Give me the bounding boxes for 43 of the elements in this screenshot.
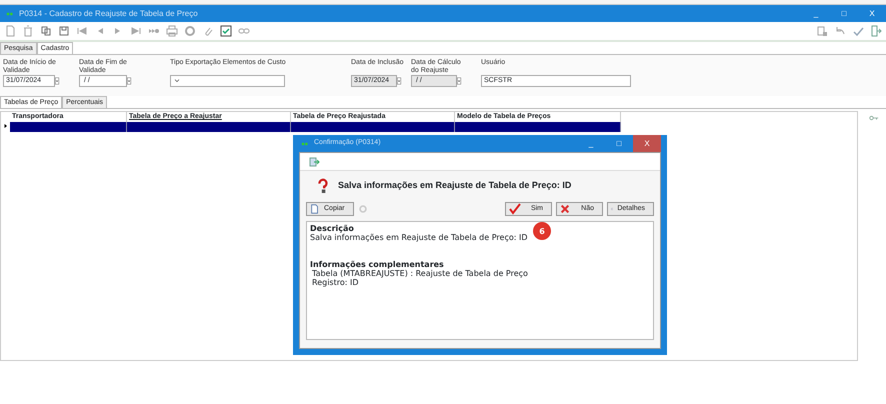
question-icon — [316, 176, 330, 196]
table-cell[interactable] — [291, 122, 455, 132]
dropdown-icon[interactable] — [55, 75, 62, 87]
info-text: Tabela (MTABREAJUSTE) : Reajuste de Tabela de Preço — [311, 269, 529, 278]
save-icon[interactable] — [58, 25, 70, 37]
copy-icon — [310, 204, 320, 214]
section-title: Informações complementares — [310, 260, 444, 269]
dialog-message: Salva informações em Reajuste de Tabela de Preço: ID — [338, 179, 572, 192]
check-icon[interactable] — [852, 25, 864, 37]
key-icon[interactable] — [868, 113, 880, 123]
new-icon[interactable] — [4, 25, 16, 37]
row-pointer-icon — [2, 122, 8, 130]
minimize-button[interactable]: _ — [802, 5, 830, 22]
maximize-button[interactable]: □ — [830, 5, 858, 22]
chevron-icon — [173, 77, 181, 85]
minimize-button[interactable]: _ — [577, 135, 605, 152]
dropdown-field[interactable] — [170, 75, 285, 87]
close-button[interactable]: X — [858, 5, 886, 22]
close-button[interactable]: X — [633, 135, 661, 152]
copy-icon[interactable] — [40, 25, 52, 37]
print-icon[interactable] — [166, 25, 178, 37]
maximize-button[interactable]: □ — [605, 135, 633, 152]
step-badge: 6 — [533, 222, 551, 240]
dropdown-icon[interactable] — [127, 75, 134, 87]
last-icon[interactable] — [130, 25, 142, 37]
document-icon[interactable] — [816, 25, 828, 37]
checkbox-icon[interactable] — [220, 25, 232, 37]
table-cell[interactable] — [10, 122, 127, 132]
table-cell[interactable] — [127, 122, 291, 132]
section-title: Descrição — [310, 224, 354, 233]
check-icon — [509, 203, 521, 215]
table-cell[interactable] — [455, 122, 621, 132]
close-icon — [560, 204, 570, 214]
export-icon[interactable] — [308, 156, 320, 168]
dropdown-icon[interactable] — [457, 75, 464, 87]
description-text: Salva informações em Reajuste de Tabela de Preço: ID — [310, 233, 528, 242]
undo-icon[interactable] — [834, 25, 846, 37]
first-icon[interactable] — [76, 25, 88, 37]
info-text: Registro: ID — [311, 278, 360, 287]
window-title: P0314 - Cadastro de Reajuste de Tabela de Preço — [19, 8, 199, 20]
exit-icon[interactable] — [870, 25, 882, 37]
dropdown-icon[interactable] — [397, 75, 404, 87]
delete-icon[interactable] — [22, 25, 34, 37]
